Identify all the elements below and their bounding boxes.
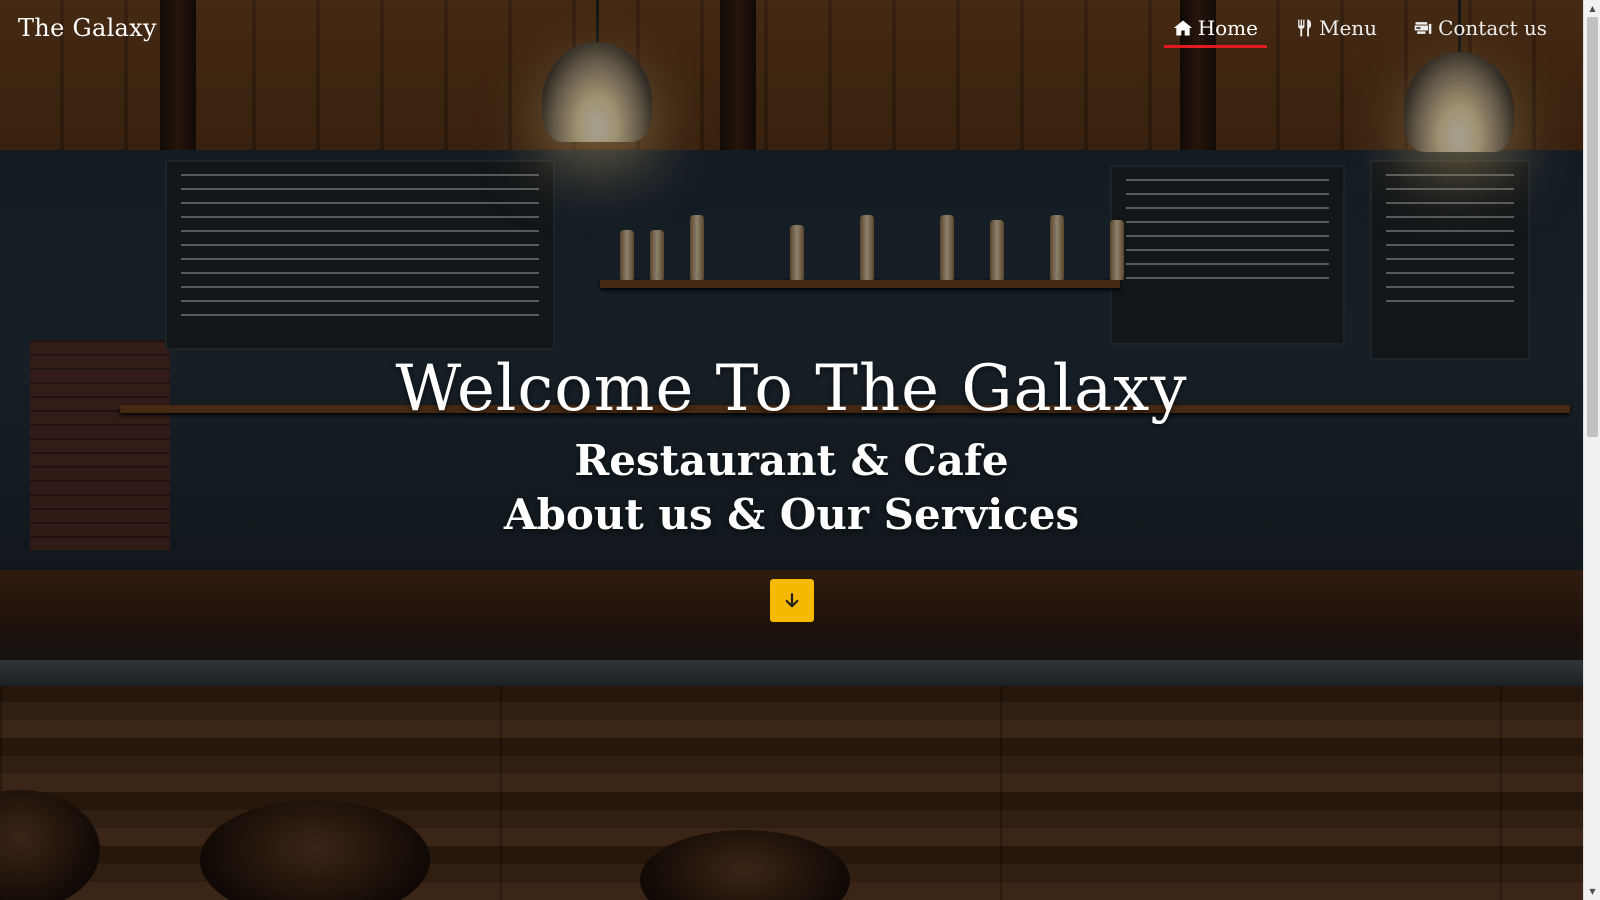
nav-item-label: Menu	[1318, 16, 1378, 40]
hero-subtitle: Restaurant & Cafe	[574, 436, 1009, 485]
hero-title: Welcome To The Galaxy	[395, 352, 1188, 426]
nav-item-contact[interactable]: Contact us	[1404, 14, 1556, 46]
nav-item-home[interactable]: Home	[1163, 14, 1268, 48]
home-icon	[1173, 20, 1192, 36]
scroll-up-arrow-icon[interactable]: ▲	[1584, 0, 1600, 17]
nav-item-label: Home	[1197, 16, 1258, 40]
main-nav: Home Menu Contact us	[1163, 14, 1556, 48]
scroll-thumb[interactable]	[1587, 17, 1598, 437]
brand-logo[interactable]: The Galaxy	[18, 14, 157, 42]
scroll-down-button[interactable]	[770, 579, 814, 622]
utensils-icon	[1298, 19, 1312, 37]
hero-tagline: About us & Our Services	[503, 490, 1080, 539]
scroll-down-arrow-icon[interactable]: ▼	[1584, 883, 1600, 900]
arrow-down-icon	[785, 592, 799, 607]
contact-card-icon	[1414, 22, 1432, 34]
nav-item-label: Contact us	[1438, 16, 1547, 40]
nav-item-menu[interactable]: Menu	[1285, 14, 1386, 46]
page-scrollbar[interactable]: ▲ ▼	[1583, 0, 1600, 900]
